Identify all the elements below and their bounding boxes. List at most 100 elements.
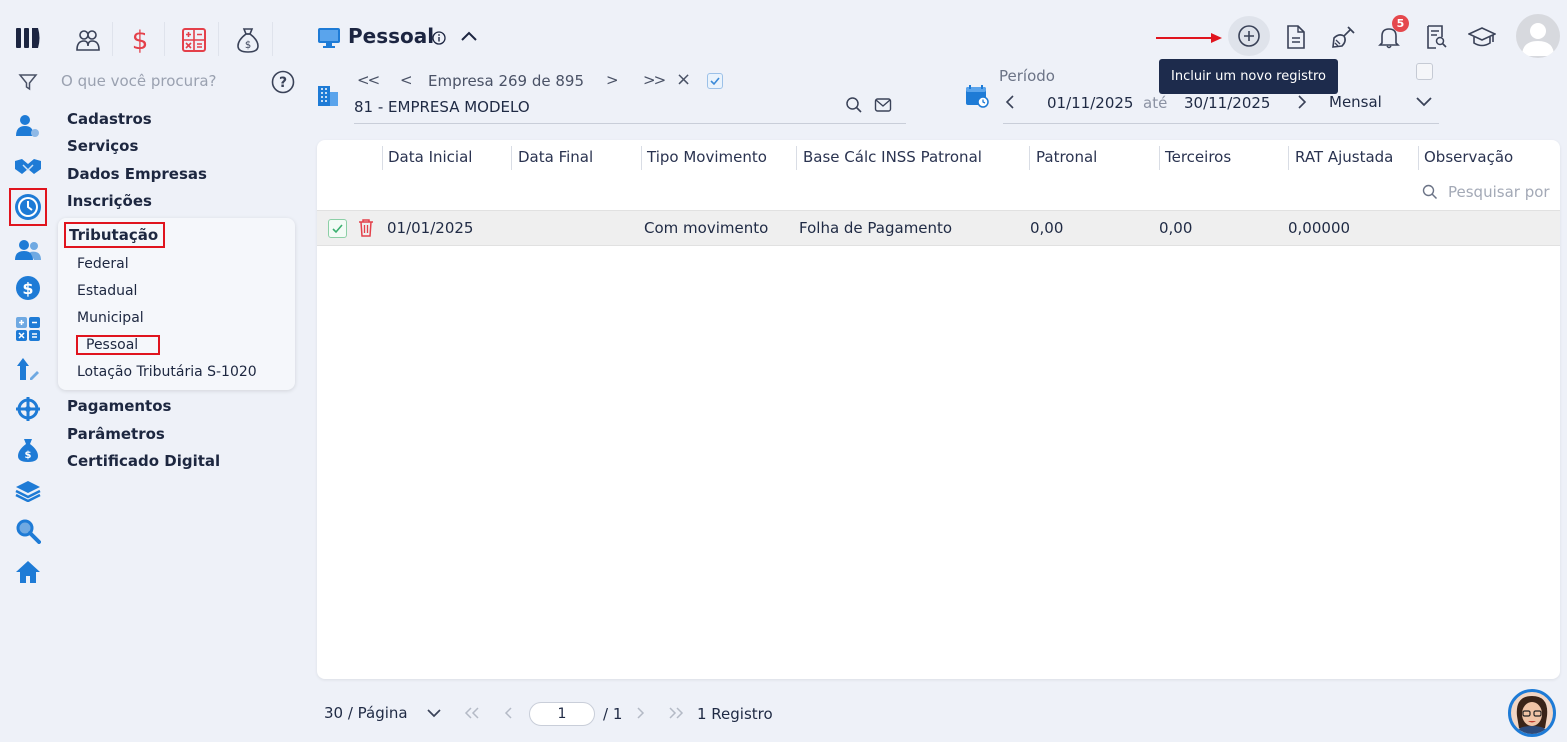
monitor-icon — [317, 27, 341, 49]
last-page-icon[interactable] — [667, 706, 685, 720]
company-first-button[interactable]: << — [357, 71, 380, 89]
handshake-icon[interactable] — [12, 150, 44, 182]
record-count: 1 Registro — [697, 705, 773, 723]
per-page-select[interactable]: 30 / Página — [324, 704, 408, 722]
company-checkbox[interactable] — [707, 73, 723, 89]
dollar-icon[interactable]: $ — [12, 272, 44, 304]
company-nav-label: Empresa 269 de 895 — [428, 72, 584, 90]
col-terceiros[interactable]: Terceiros — [1165, 148, 1231, 166]
svg-text:$: $ — [245, 40, 251, 51]
add-record-button[interactable] — [1228, 16, 1270, 56]
app-logo[interactable] — [12, 22, 44, 54]
grid-search-input[interactable]: Pesquisar por — [1448, 183, 1550, 201]
user-avatar[interactable] — [1516, 14, 1560, 58]
svg-text:$: $ — [22, 279, 33, 298]
calculator-icon[interactable] — [12, 313, 44, 345]
trash-icon[interactable] — [358, 218, 374, 237]
info-icon[interactable] — [432, 31, 446, 45]
money-bag-icon[interactable]: $ — [12, 434, 44, 466]
submenu-municipal[interactable]: Municipal — [77, 310, 144, 326]
add-record-tooltip: Incluir um novo registro — [1159, 59, 1338, 94]
svg-text:?: ? — [279, 75, 287, 91]
col-patronal[interactable]: Patronal — [1036, 148, 1097, 166]
magnifier-icon[interactable] — [12, 515, 44, 547]
menu-servicos[interactable]: Serviços — [67, 137, 138, 155]
assistant-avatar[interactable] — [1508, 689, 1556, 737]
menu-dados-empresas[interactable]: Dados Empresas — [67, 165, 207, 183]
period-next-button[interactable] — [1296, 94, 1308, 110]
company-mail-icon[interactable] — [874, 97, 892, 113]
grid-search-icon — [1422, 184, 1438, 200]
filter-icon[interactable] — [12, 66, 44, 98]
col-base-calc[interactable]: Base Cálc INSS Patronal — [803, 148, 982, 166]
help-icon[interactable]: ? — [271, 70, 295, 94]
svg-text:$: $ — [25, 450, 32, 461]
graduation-cap-icon[interactable] — [1467, 22, 1497, 52]
page-total: / 1 — [603, 705, 623, 723]
prev-page-icon[interactable] — [503, 706, 515, 720]
period-label: Período — [999, 67, 1055, 85]
period-separator: até — [1143, 94, 1168, 112]
layers-icon[interactable] — [12, 475, 44, 507]
period-prev-button[interactable] — [1004, 94, 1016, 110]
tributacao-clock-icon[interactable] — [9, 188, 47, 226]
page-number-input[interactable]: 1 — [529, 702, 595, 726]
svg-text:$: $ — [132, 26, 149, 54]
first-page-icon[interactable] — [463, 706, 481, 720]
col-tipo-movimento[interactable]: Tipo Movimento — [647, 148, 767, 166]
accounting-app-icon[interactable] — [178, 24, 210, 56]
annotation-arrow — [1155, 31, 1223, 45]
broom-icon[interactable] — [1328, 22, 1358, 52]
users-app-icon[interactable] — [72, 24, 104, 56]
page-title: Pessoal — [348, 24, 435, 48]
cell-data-inicial: 01/01/2025 — [387, 219, 474, 237]
col-data-inicial[interactable]: Data Inicial — [388, 148, 472, 166]
submenu-estadual[interactable]: Estadual — [77, 283, 137, 299]
company-selected-value[interactable]: 81 - EMPRESA MODELO — [354, 98, 530, 116]
sidebar-search-input[interactable]: O que você procura? — [61, 72, 217, 90]
company-last-button[interactable]: >> — [643, 71, 666, 89]
col-rat-ajustada[interactable]: RAT Ajustada — [1295, 148, 1393, 166]
row-checkbox[interactable] — [328, 219, 347, 238]
menu-cadastros[interactable]: Cadastros — [67, 110, 152, 128]
collapse-chevron-icon[interactable] — [459, 29, 479, 43]
col-observacao[interactable]: Observação — [1424, 148, 1513, 166]
chevron-down-icon[interactable] — [1415, 94, 1433, 108]
cell-base-calc: Folha de Pagamento — [799, 219, 953, 237]
company-next-button[interactable]: > — [606, 71, 619, 89]
home-icon[interactable] — [12, 556, 44, 588]
people-icon[interactable] — [12, 234, 44, 266]
menu-certificado[interactable]: Certificado Digital — [67, 452, 220, 470]
per-page-chevron-icon[interactable] — [426, 707, 442, 719]
submenu-federal[interactable]: Federal — [77, 256, 129, 272]
submenu-lotacao[interactable]: Lotação Tributária S-1020 — [77, 364, 257, 380]
document-icon[interactable] — [1281, 22, 1311, 52]
period-end-input[interactable]: 30/11/2025 — [1184, 94, 1270, 112]
next-page-icon[interactable] — [634, 706, 646, 720]
user-settings-icon[interactable] — [12, 110, 44, 142]
table-row[interactable]: 01/01/2025 Com movimento Folha de Pagame… — [317, 210, 1560, 246]
menu-pagamentos[interactable]: Pagamentos — [67, 397, 171, 415]
menu-tributacao[interactable]: Tributação — [69, 226, 158, 244]
cell-rat: 0,00000 — [1288, 219, 1351, 237]
data-grid: Data Inicial Data Final Tipo Movimento B… — [317, 140, 1560, 679]
menu-parametros[interactable]: Parâmetros — [67, 425, 165, 443]
chart-edit-icon[interactable] — [12, 353, 44, 385]
money-bag-app-icon[interactable]: $ — [232, 24, 264, 56]
menu-inscricoes[interactable]: Inscrições — [67, 192, 152, 210]
period-start-input[interactable]: 01/11/2025 — [1047, 94, 1133, 112]
notification-badge: 5 — [1392, 15, 1409, 32]
company-prev-button[interactable]: < — [400, 71, 413, 89]
cell-tipo-movimento: Com movimento — [644, 219, 769, 237]
period-checkbox[interactable] — [1416, 63, 1433, 80]
network-icon[interactable] — [12, 393, 44, 425]
cell-patronal: 0,00 — [1030, 219, 1064, 237]
company-close-button[interactable]: × — [676, 69, 691, 90]
period-mode-select[interactable]: Mensal — [1329, 93, 1382, 111]
col-data-final[interactable]: Data Final — [518, 148, 593, 166]
cell-terceiros: 0,00 — [1159, 219, 1193, 237]
submenu-pessoal[interactable]: Pessoal — [86, 337, 138, 353]
report-search-icon[interactable] — [1421, 22, 1451, 52]
finance-app-icon[interactable]: $ — [124, 24, 156, 56]
company-search-icon[interactable] — [845, 96, 863, 114]
